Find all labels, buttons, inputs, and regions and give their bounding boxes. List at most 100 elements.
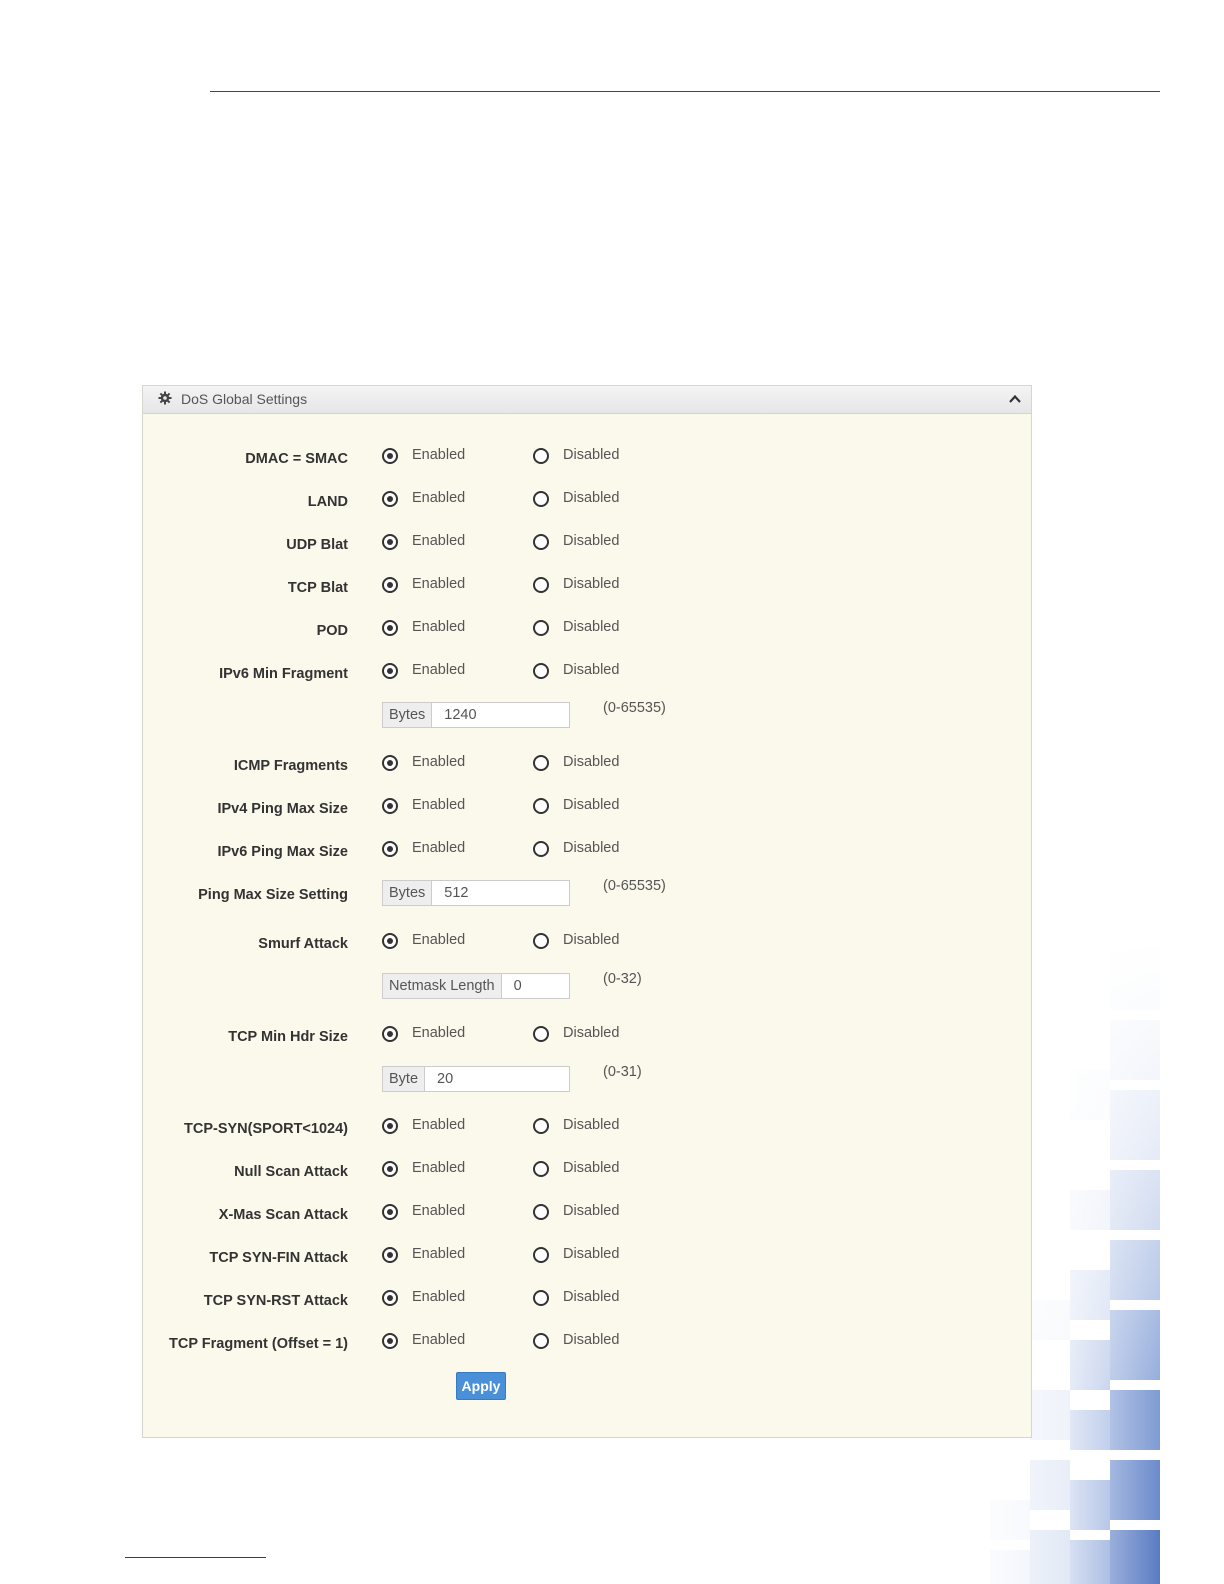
value-input[interactable]: 20 (425, 1067, 453, 1091)
radio-enabled-label[interactable]: Enabled (412, 1246, 465, 1262)
radio-enabled[interactable] (382, 534, 398, 550)
radio-disabled[interactable] (533, 620, 549, 636)
radio-enabled[interactable] (382, 1333, 398, 1349)
radio-disabled[interactable] (533, 534, 549, 550)
radio-enabled-label[interactable]: Enabled (412, 447, 465, 463)
radio-enabled[interactable] (382, 1290, 398, 1306)
range-hint: (0-32) (603, 971, 642, 987)
footer-rule (125, 1557, 266, 1558)
radio-enabled-label[interactable]: Enabled (412, 1117, 465, 1133)
radio-disabled-label[interactable]: Disabled (563, 1246, 619, 1262)
radio-disabled-label[interactable]: Disabled (563, 797, 619, 813)
radio-disabled-label[interactable]: Disabled (563, 533, 619, 549)
panel-header: DoS Global Settings (143, 386, 1031, 414)
input-group: Netmask Length 0 (382, 973, 570, 999)
radio-disabled-label[interactable]: Disabled (563, 1203, 619, 1219)
radio-disabled-label[interactable]: Disabled (563, 1025, 619, 1041)
field-label: IPv6 Ping Max Size (217, 844, 348, 860)
radio-enabled-label[interactable]: Enabled (412, 840, 465, 856)
radio-enabled[interactable] (382, 841, 398, 857)
row-tcp-fragment-offset: TCP Fragment (Offset = 1) Enabled Disabled (143, 1332, 1031, 1357)
gear-icon (158, 391, 172, 408)
radio-disabled-label[interactable]: Disabled (563, 490, 619, 506)
radio-enabled-label[interactable]: Enabled (412, 1025, 465, 1041)
radio-enabled-label[interactable]: Enabled (412, 490, 465, 506)
value-input[interactable]: 1240 (432, 703, 476, 727)
radio-enabled-label[interactable]: Enabled (412, 619, 465, 635)
value-input[interactable]: 0 (502, 974, 522, 998)
radio-disabled[interactable] (533, 1161, 549, 1177)
radio-enabled-label[interactable]: Enabled (412, 797, 465, 813)
radio-disabled[interactable] (533, 1026, 549, 1042)
radio-disabled[interactable] (533, 1118, 549, 1134)
radio-enabled[interactable] (382, 620, 398, 636)
apply-button[interactable]: Apply (456, 1372, 506, 1400)
range-hint: (0-65535) (603, 700, 666, 716)
radio-enabled[interactable] (382, 755, 398, 771)
radio-enabled-label[interactable]: Enabled (412, 754, 465, 770)
radio-disabled[interactable] (533, 755, 549, 771)
radio-disabled-label[interactable]: Disabled (563, 1332, 619, 1348)
radio-disabled-label[interactable]: Disabled (563, 576, 619, 592)
radio-disabled-label[interactable]: Disabled (563, 840, 619, 856)
radio-disabled-label[interactable]: Disabled (563, 619, 619, 635)
radio-disabled[interactable] (533, 1333, 549, 1349)
radio-disabled-label[interactable]: Disabled (563, 1117, 619, 1133)
header-rule (210, 91, 1160, 92)
radio-disabled[interactable] (533, 1204, 549, 1220)
radio-disabled-label[interactable]: Disabled (563, 447, 619, 463)
radio-enabled[interactable] (382, 1204, 398, 1220)
radio-enabled-label[interactable]: Enabled (412, 662, 465, 678)
radio-enabled[interactable] (382, 491, 398, 507)
radio-disabled-label[interactable]: Disabled (563, 754, 619, 770)
radio-enabled[interactable] (382, 448, 398, 464)
radio-disabled-label[interactable]: Disabled (563, 1160, 619, 1176)
panel-title: DoS Global Settings (181, 391, 308, 407)
value-input[interactable]: 512 (432, 881, 468, 905)
radio-disabled[interactable] (533, 1247, 549, 1263)
radio-enabled[interactable] (382, 1247, 398, 1263)
field-label: TCP SYN-FIN Attack (209, 1250, 348, 1266)
radio-enabled-label[interactable]: Enabled (412, 932, 465, 948)
radio-enabled[interactable] (382, 663, 398, 679)
chevron-up-icon[interactable] (1008, 392, 1022, 406)
radio-enabled-label[interactable]: Enabled (412, 1160, 465, 1176)
radio-enabled-label[interactable]: Enabled (412, 1289, 465, 1305)
radio-disabled[interactable] (533, 663, 549, 679)
radio-disabled-label[interactable]: Disabled (563, 932, 619, 948)
radio-disabled[interactable] (533, 841, 549, 857)
radio-enabled-label[interactable]: Enabled (412, 533, 465, 549)
radio-enabled-label[interactable]: Enabled (412, 1203, 465, 1219)
row-ipv4-ping-max-size: IPv4 Ping Max Size Enabled Disabled (143, 797, 1031, 822)
radio-enabled-label[interactable]: Enabled (412, 576, 465, 592)
radio-disabled[interactable] (533, 577, 549, 593)
row-xmas-scan-attack: X-Mas Scan Attack Enabled Disabled (143, 1203, 1031, 1228)
radio-enabled[interactable] (382, 1026, 398, 1042)
radio-disabled[interactable] (533, 798, 549, 814)
field-label: TCP-SYN(SPORT<1024) (184, 1121, 348, 1137)
row-tcp-min-hdr-byte: Byte 20 (0-31) (143, 1064, 1031, 1094)
radio-disabled[interactable] (533, 1290, 549, 1306)
field-label: TCP Fragment (Offset = 1) (169, 1336, 348, 1352)
field-label: TCP Min Hdr Size (228, 1029, 348, 1045)
row-pod: POD Enabled Disabled (143, 619, 1031, 644)
radio-enabled[interactable] (382, 1161, 398, 1177)
radio-disabled[interactable] (533, 491, 549, 507)
row-ipv6-min-fragment: IPv6 Min Fragment Enabled Disabled (143, 662, 1031, 687)
radio-disabled-label[interactable]: Disabled (563, 1289, 619, 1305)
range-hint: (0-65535) (603, 878, 666, 894)
radio-enabled[interactable] (382, 798, 398, 814)
radio-enabled[interactable] (382, 577, 398, 593)
row-ping-max-size-setting: Ping Max Size Setting Bytes 512 (0-65535) (143, 878, 1031, 908)
field-label: X-Mas Scan Attack (218, 1207, 348, 1223)
radio-enabled-label[interactable]: Enabled (412, 1332, 465, 1348)
radio-disabled-label[interactable]: Disabled (563, 662, 619, 678)
row-tcp-blat: TCP Blat Enabled Disabled (143, 576, 1031, 601)
radio-enabled[interactable] (382, 933, 398, 949)
input-addon: Bytes (383, 703, 433, 727)
radio-disabled[interactable] (533, 933, 549, 949)
row-tcp-syn-fin-attack: TCP SYN-FIN Attack Enabled Disabled (143, 1246, 1031, 1271)
radio-enabled[interactable] (382, 1118, 398, 1134)
radio-disabled[interactable] (533, 448, 549, 464)
row-tcp-min-hdr-size: TCP Min Hdr Size Enabled Disabled (143, 1025, 1031, 1050)
